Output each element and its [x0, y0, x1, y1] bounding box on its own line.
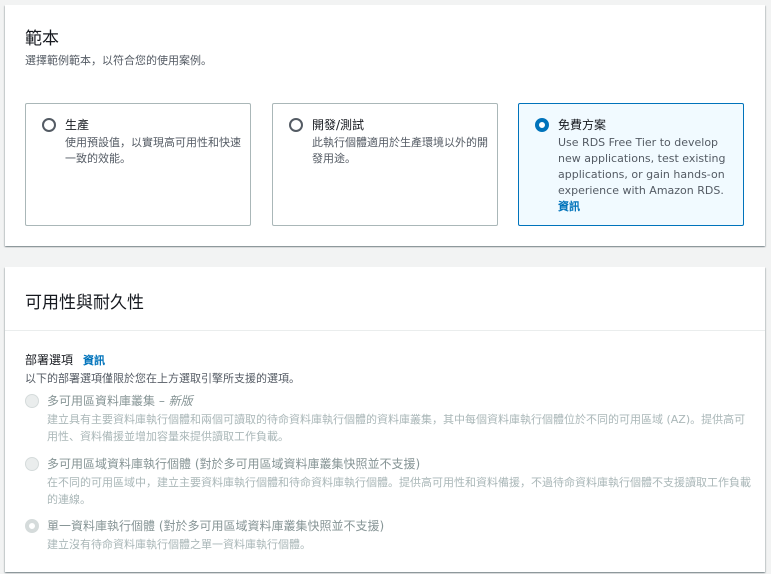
multi-az-cluster-radio[interactable]: [25, 394, 39, 408]
multi-az-instance-description: 在不同的可用區域中，建立主要資料庫執行個體和待命資料庫執行個體。提供高可用性和資…: [47, 476, 751, 506]
availability-panel: 可用性與耐久性 部署選項 資訊 以下的部署選項僅限於您在上方選取引擎所支援的選項。…: [5, 267, 765, 572]
free-tier-description-block: Use RDS Free Tier to develop new applica…: [558, 135, 738, 215]
availability-header: 可用性與耐久性: [5, 267, 765, 331]
free-tier-label: 免費方案: [558, 118, 607, 132]
deployment-options-heading: 部署選項 資訊: [25, 351, 105, 368]
deployment-options-label: 部署選項: [25, 353, 74, 367]
deployment-info-link[interactable]: 資訊: [83, 354, 105, 367]
production-radio[interactable]: [42, 118, 56, 132]
new-version-tag: – 新版: [155, 394, 193, 408]
template-tile-free-tier[interactable]: 免費方案 Use RDS Free Tier to develop new ap…: [518, 103, 744, 226]
single-instance-description: 建立沒有待命資料庫執行個體之單一資料庫執行個體。: [47, 538, 311, 551]
templates-panel: 範本 選擇範例範本，以符合您的使用案例。 生產 使用預設值，以實現高可用性和快速…: [5, 5, 765, 246]
dev-test-label: 開發/測試: [312, 118, 365, 132]
single-instance-label: 單一資料庫執行個體 (對於多可用區域資料庫叢集快照並不支援): [47, 519, 385, 533]
templates-title: 範本: [25, 29, 59, 49]
multi-az-cluster-description: 建立具有主要資料庫執行個體和兩個可讀取的待命資料庫執行個體的資料庫叢集，其中每個…: [47, 413, 746, 443]
availability-title: 可用性與耐久性: [25, 293, 144, 313]
single-instance-radio[interactable]: [25, 519, 39, 533]
template-tile-dev-test[interactable]: 開發/測試 此執行個體適用於生產環境以外的開發用途。: [272, 103, 498, 226]
dev-test-radio[interactable]: [289, 118, 303, 132]
free-tier-description: Use RDS Free Tier to develop new applica…: [558, 136, 726, 197]
free-tier-info-link[interactable]: 資訊: [558, 200, 580, 213]
production-description: 使用預設值，以實現高可用性和快速一致的效能。: [65, 136, 241, 165]
multi-az-instance-label: 多可用區域資料庫執行個體 (對於多可用區域資料庫叢集快照並不支援): [47, 457, 421, 471]
production-label: 生產: [65, 118, 90, 132]
multi-az-instance-radio[interactable]: [25, 457, 39, 471]
template-tile-production[interactable]: 生產 使用預設值，以實現高可用性和快速一致的效能。: [25, 103, 251, 226]
dev-test-description: 此執行個體適用於生產環境以外的開發用途。: [312, 136, 488, 165]
multi-az-cluster-label: 多可用區資料庫叢集 – 新版: [47, 392, 193, 409]
multi-az-cluster-label-text: 多可用區資料庫叢集: [47, 394, 156, 408]
free-tier-radio[interactable]: [535, 118, 549, 132]
deployment-options-description: 以下的部署選項僅限於您在上方選取引擎所支援的選項。: [25, 372, 300, 385]
templates-description: 選擇範例範本，以符合您的使用案例。: [25, 54, 212, 67]
